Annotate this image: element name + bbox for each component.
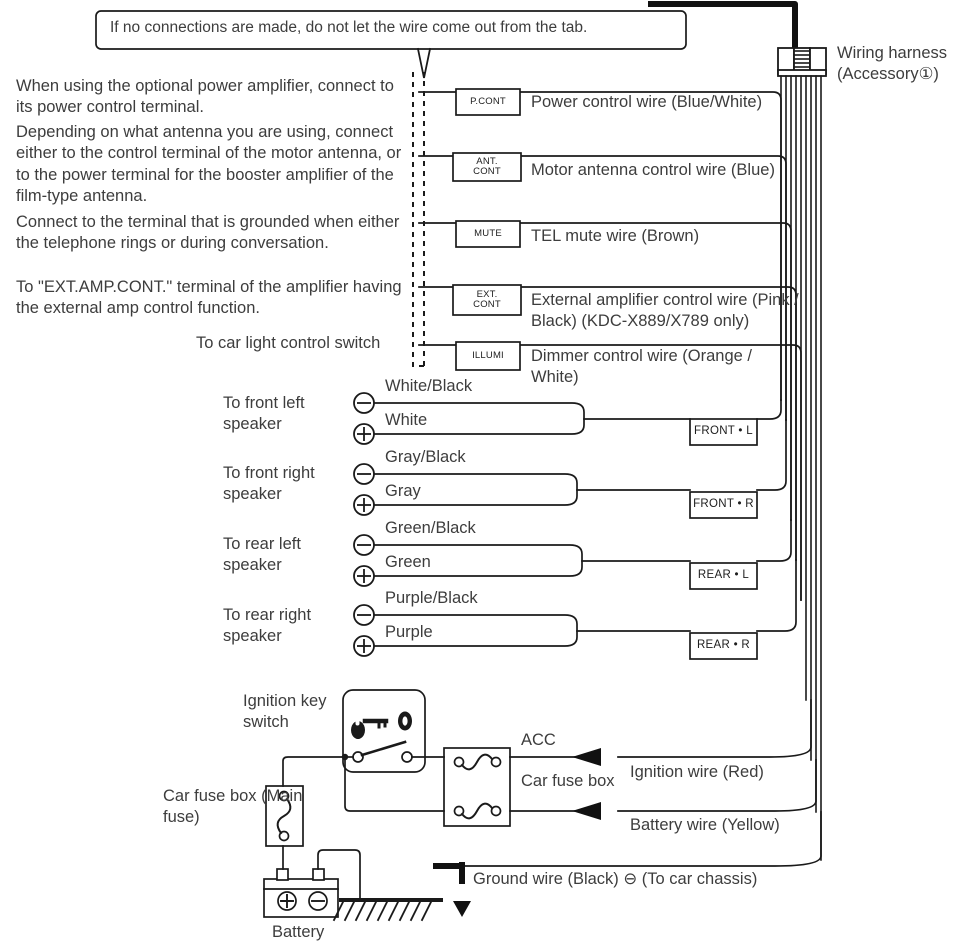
connector-label-front-left: FRONT • L xyxy=(694,425,753,437)
terminal-label-extcont-2: CONT xyxy=(473,299,501,310)
speaker-target-front-left: To front left speaker xyxy=(223,394,305,434)
harness-label-line1: Wiring harness xyxy=(837,44,948,62)
polarity-plus-rear-left xyxy=(353,565,375,587)
battery-wire-label: Battery wire (Yellow) xyxy=(630,816,780,834)
main-fuse-box-label: Car fuse box (Main fuse) xyxy=(163,787,303,827)
switch-contact-left xyxy=(352,751,364,763)
speaker-lead-rear-left-out xyxy=(756,519,792,562)
speaker-lead-front-right-out xyxy=(756,419,787,491)
arrow-battery xyxy=(572,802,601,820)
polarity-minus-rear-left xyxy=(353,534,375,556)
instruction-1: When using the optional power amplifier,… xyxy=(16,77,394,117)
tab-outline-left xyxy=(412,72,424,367)
wire-ignition-run xyxy=(617,699,812,758)
speaker-wire-label-white-black: White/Black xyxy=(385,377,473,395)
terminal-label-illumi: ILLUMI xyxy=(472,350,504,361)
speaker-wire-label-green-black: Green/Black xyxy=(385,519,476,537)
instruction-3: Connect to the terminal that is grounded… xyxy=(16,213,400,253)
speaker-wire-label-purple: Purple xyxy=(385,623,433,641)
light-switch-label: To car light control switch xyxy=(196,334,381,352)
acc-label: ACC xyxy=(521,731,556,749)
speaker-target-front-right: To front right speaker xyxy=(223,464,315,504)
battery-label: Battery xyxy=(272,923,325,941)
speaker-wire-label-purple-black: Purple/Black xyxy=(385,589,478,607)
control-wire-desc-illumi: Dimmer control wire (Orange / White) xyxy=(531,347,752,387)
harness-label-line2: (Accessory①) xyxy=(837,65,939,83)
speaker-wire-label-gray: Gray xyxy=(385,482,421,500)
harness-connector xyxy=(777,47,827,77)
car-fuse-box-label: Car fuse box xyxy=(521,772,615,790)
speaker-lead-rear-right-out xyxy=(756,559,797,632)
polarity-plus-front-left xyxy=(353,423,375,445)
control-wire-desc-extcont: External amplifier control wire (Pink / … xyxy=(531,291,799,331)
connector-label-rear-right: REAR • R xyxy=(696,639,751,651)
control-wire-desc-antcont: Motor antenna control wire (Blue) xyxy=(531,161,775,179)
polarity-minus-front-left xyxy=(353,392,375,414)
instruction-2: Depending on what antenna you are using,… xyxy=(16,123,402,206)
speaker-target-rear-left: To rear left speaker xyxy=(223,535,301,575)
connector-label-front-right: FRONT • R xyxy=(693,498,754,510)
arrow-ground xyxy=(453,901,471,917)
terminal-label-antcont-2: CONT xyxy=(473,166,501,177)
chassis-ground-symbol xyxy=(332,898,443,922)
instruction-4: To "EXT.AMP.CONT." terminal of the ampli… xyxy=(16,278,402,318)
connector-label-rear-left: REAR • L xyxy=(697,569,750,581)
battery-symbol xyxy=(263,868,339,918)
wire-mainfuse-to-acc-node xyxy=(282,756,346,787)
speaker-target-rear-right: To rear right speaker xyxy=(223,606,312,646)
callout-note: If no connections are made, do not let t… xyxy=(110,19,588,36)
terminal-label-mute: MUTE xyxy=(474,228,502,239)
wiring-diagram-page: If no connections are made, do not let t… xyxy=(0,0,960,950)
speaker-wire-label-white: White xyxy=(385,411,428,429)
speaker-wire-label-gray-black: Gray/Black xyxy=(385,448,466,466)
control-wire-desc-pcont: Power control wire (Blue/White) xyxy=(531,93,763,111)
control-wire-desc-mute: TEL mute wire (Brown) xyxy=(531,227,700,245)
switch-contact-right xyxy=(401,751,413,763)
ground-wire-label: Ground wire (Black) ⊖ (To car chassis) xyxy=(473,870,758,888)
terminal-label-pcont: P.CONT xyxy=(470,96,506,107)
ignition-wire-label: Ignition wire (Red) xyxy=(630,763,764,781)
arrow-ignition xyxy=(572,748,601,766)
speaker-wire-label-green: Green xyxy=(385,553,431,571)
ignition-key-switch-label: Ignition key switch xyxy=(243,692,327,732)
speaker-lead-front-left-out xyxy=(756,399,782,420)
